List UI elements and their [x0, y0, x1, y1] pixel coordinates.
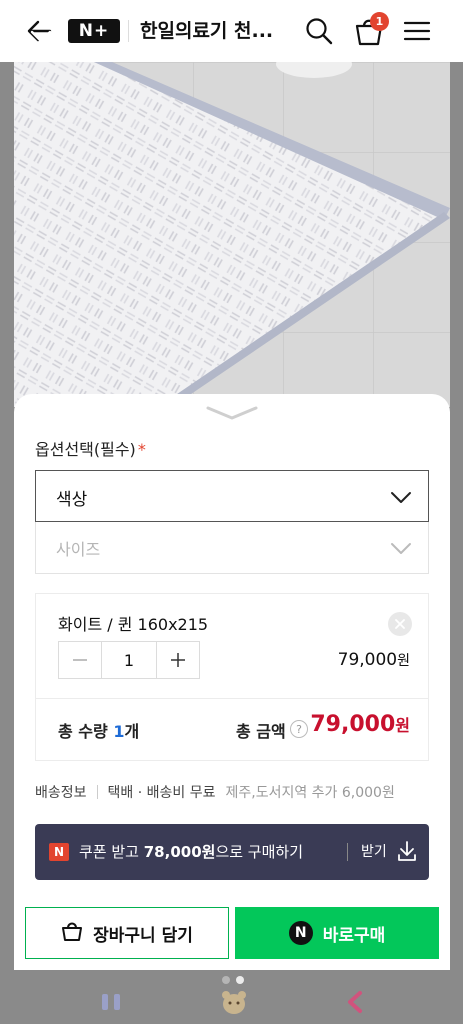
coupon-receive-label[interactable]: 받기: [361, 841, 387, 861]
shipping-info: 배송정보 택배 · 배송비 무료 제주,도서지역 추가 6,000원: [35, 782, 395, 802]
page-indicator: [222, 976, 244, 984]
quantity-stepper: 1: [58, 641, 200, 679]
overlay-gutter-left: [0, 62, 14, 407]
coupon-amount: 78,000원: [143, 843, 216, 861]
size-select-label: 사이즈: [56, 540, 101, 559]
download-icon[interactable]: [397, 840, 417, 862]
coupon-banner[interactable]: N 쿠폰 받고 78,000원으로 구매하기 받기: [35, 824, 429, 880]
total-amount-label: 총 금액: [236, 722, 286, 741]
total-amount-value: 79,000: [310, 712, 396, 737]
system-navigation-bar: [0, 970, 463, 1024]
naver-pay-icon: N: [288, 921, 313, 945]
coupon-text: 쿠폰 받고 78,000원으로 구매하기: [79, 841, 303, 862]
total-amount-unit: 원: [395, 716, 410, 735]
option-section-title: 옵션선택(필수) *: [35, 436, 146, 460]
divider: [36, 698, 428, 699]
divider: [347, 843, 348, 861]
total-quantity-unit: 개: [124, 722, 140, 741]
shipping-method: 택배 · 배송비 무료: [107, 785, 216, 801]
option-price-unit: 원: [397, 653, 410, 669]
buy-now-button[interactable]: N 바로구매: [235, 907, 439, 959]
bottom-action-bar: 장바구니 담기 N 바로구매: [14, 894, 450, 970]
page-title: 한일의료기 천...: [140, 20, 274, 42]
recent-apps-icon[interactable]: [100, 992, 124, 1012]
total-quantity-label: 총 수량: [58, 722, 108, 741]
quantity-decrease-button[interactable]: [59, 642, 101, 678]
overlay-gutter-right: [450, 62, 463, 407]
header-divider: [128, 20, 129, 42]
divider: [96, 785, 98, 799]
total-quantity-value: 1: [113, 722, 125, 741]
add-to-cart-button[interactable]: 장바구니 담기: [25, 907, 229, 959]
selected-option-box: 화이트 / 퀸 160x215 1 79,000원 총 수량 1개 총 금액 ?…: [35, 593, 429, 761]
help-icon[interactable]: ?: [290, 720, 308, 738]
cart-count-badge: 1: [370, 12, 389, 31]
shopping-bag-icon: [61, 920, 83, 947]
color-select-label: 색상: [56, 490, 88, 510]
selected-option-name: 화이트 / 퀸 160x215: [58, 615, 209, 634]
quantity-value[interactable]: 1: [101, 642, 157, 678]
chevron-down-icon: [390, 538, 412, 558]
menu-icon[interactable]: [402, 16, 432, 46]
total-amount: 79,000원: [310, 712, 410, 737]
search-icon[interactable]: [304, 16, 334, 46]
remove-option-icon[interactable]: [388, 612, 412, 636]
shipping-label: 배송정보: [35, 785, 87, 801]
naver-n-icon: N: [49, 843, 69, 861]
coupon-text-post: 으로 구매하기: [215, 843, 304, 861]
naver-plus-badge: N+: [68, 19, 120, 43]
page-dot-active: [236, 976, 244, 984]
color-select[interactable]: 색상: [35, 470, 429, 522]
close-icon[interactable]: [26, 26, 56, 56]
option-price: 79,000원: [338, 650, 410, 670]
coupon-text-pre: 쿠폰 받고: [79, 843, 139, 861]
home-icon[interactable]: [220, 988, 248, 1016]
product-image: [14, 62, 450, 407]
option-price-value: 79,000: [337, 650, 398, 670]
page-dot: [222, 976, 230, 984]
size-select[interactable]: 사이즈: [35, 522, 429, 574]
required-mark: *: [137, 440, 146, 459]
shipping-extra: 제주,도서지역 추가 6,000원: [225, 785, 395, 801]
buy-now-label: 바로구매: [322, 925, 386, 946]
back-nav-icon[interactable]: [344, 990, 366, 1014]
top-header: N+ 한일의료기 천... 1: [0, 0, 463, 62]
total-quantity: 총 수량 1개: [58, 718, 139, 742]
sheet-collapse-handle[interactable]: [206, 404, 258, 422]
chevron-down-icon: [390, 487, 412, 507]
add-to-cart-label: 장바구니 담기: [93, 925, 193, 946]
option-bottom-sheet: 옵션선택(필수) * 색상 사이즈 화이트 / 퀸 160x215 1 79,00…: [14, 394, 450, 894]
option-title-text: 옵션선택(필수): [35, 440, 136, 459]
quantity-increase-button[interactable]: [157, 642, 199, 678]
